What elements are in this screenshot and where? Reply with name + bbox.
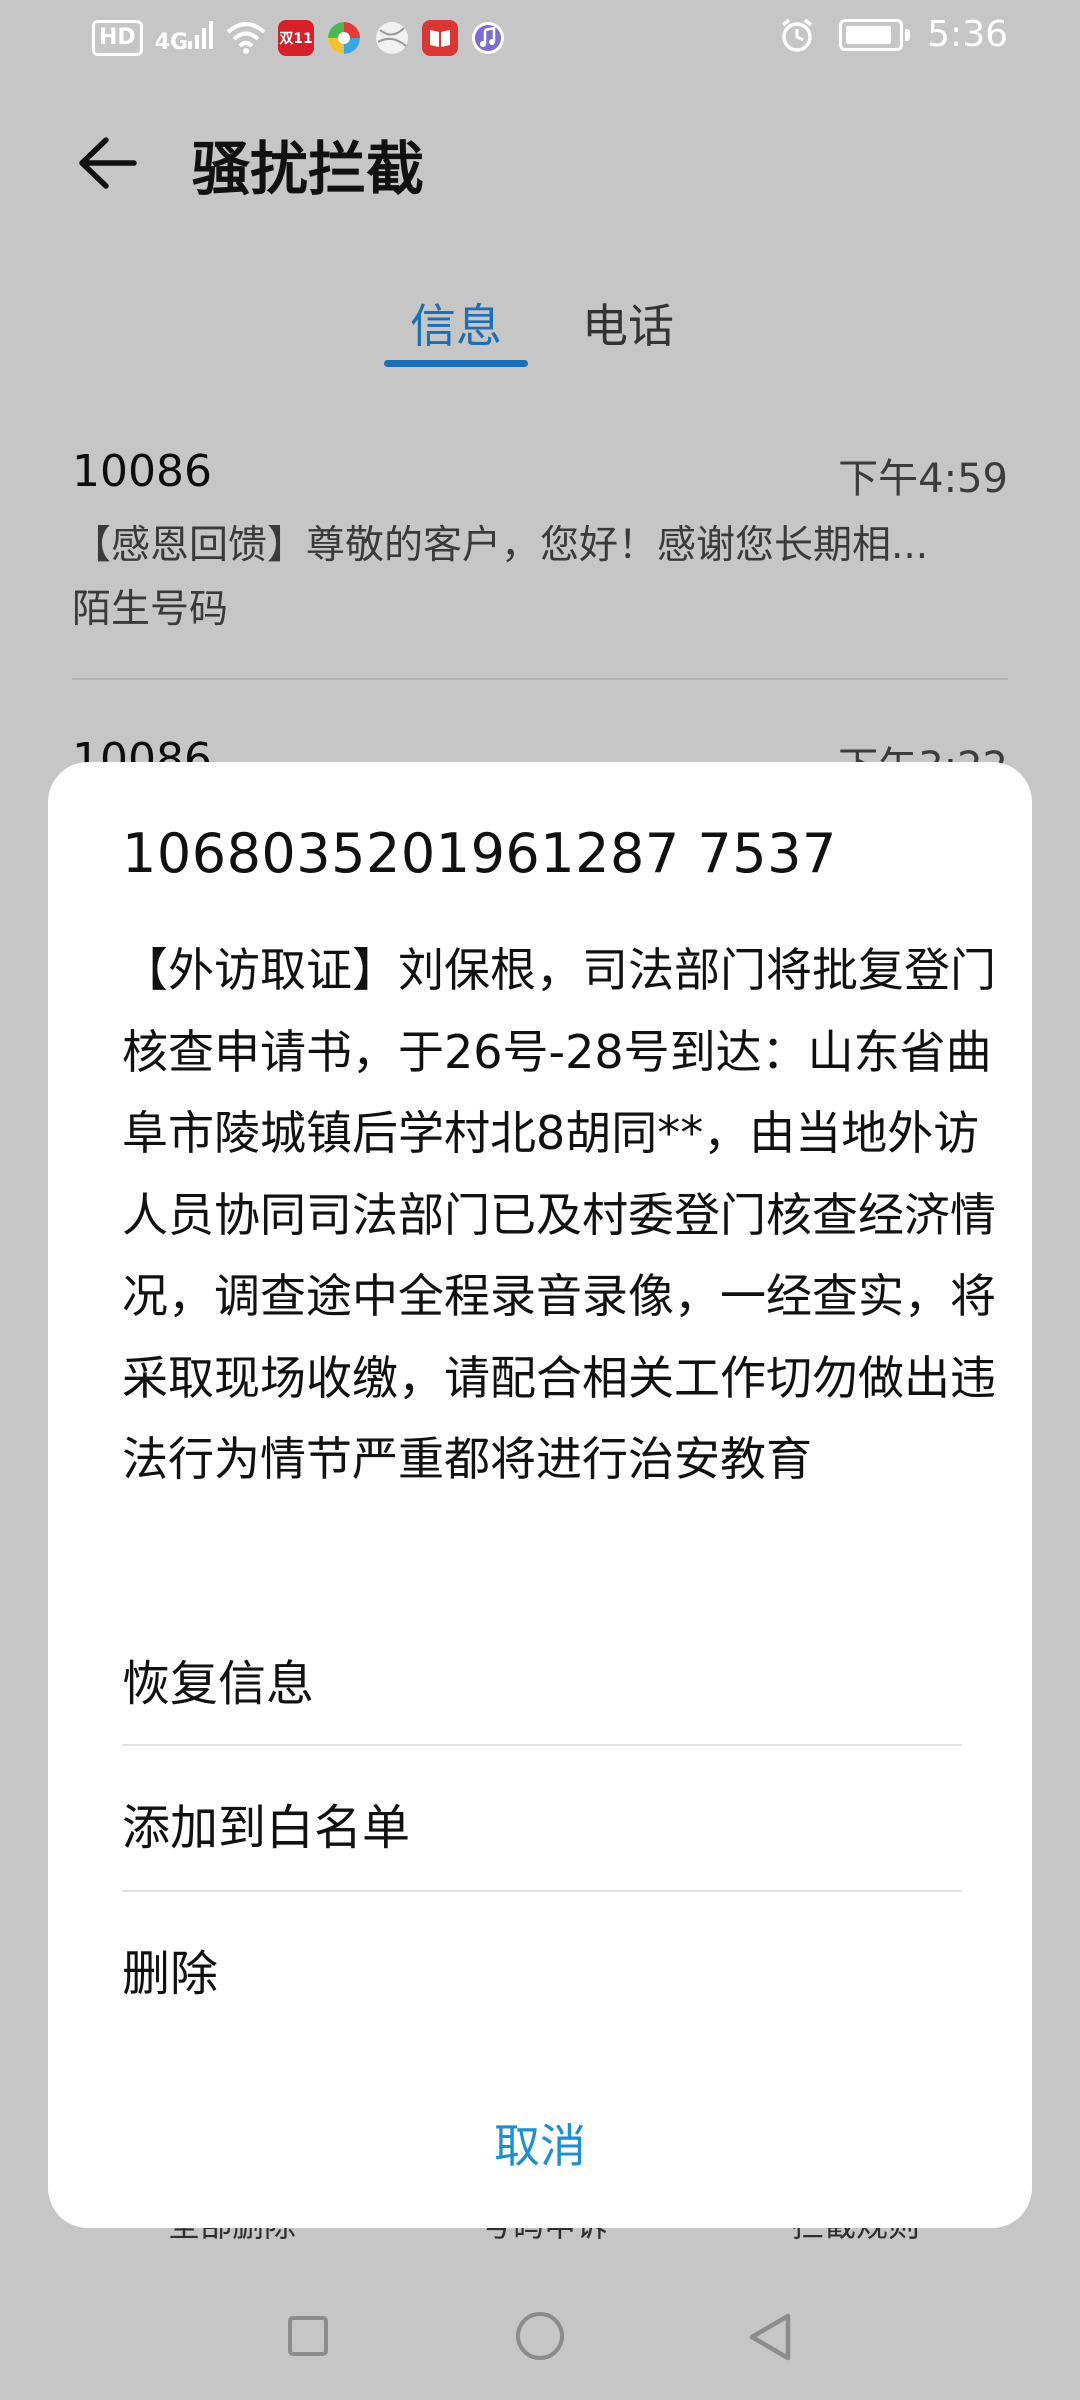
status-bar: HD 4G 双11 5:36 [0, 0, 1080, 80]
add-to-whitelist-button[interactable]: 添加到白名单 [122, 1788, 410, 1858]
restore-message-button[interactable]: 恢复信息 [122, 1644, 314, 1714]
tab-messages[interactable]: 信息 [410, 290, 502, 356]
active-tab-indicator [384, 360, 528, 367]
status-time: 5:36 [927, 14, 1008, 55]
message-tag: 陌生号码 [72, 587, 229, 632]
list-divider [72, 678, 1008, 680]
back-triangle-icon[interactable] [744, 2310, 794, 2364]
dialog-sender-number: 1068035201961287 7537 [122, 822, 837, 885]
status-icons-right: 5:36 [779, 14, 1008, 55]
system-nav-bar [0, 2290, 1080, 2400]
home-circle-icon[interactable] [516, 2312, 564, 2360]
status-icons-left: HD 4G 双11 [92, 20, 506, 56]
page-title: 骚扰拦截 [192, 135, 425, 203]
music-app-icon [472, 22, 505, 54]
cancel-button[interactable]: 取消 [48, 2110, 1032, 2176]
book-app-icon [422, 20, 459, 56]
message-time: 下午4:59 [838, 456, 1008, 502]
shopping-app-icon: 双11 [278, 20, 315, 56]
alarm-icon [782, 18, 813, 52]
ball-app-icon [376, 22, 409, 54]
recents-square-icon[interactable] [288, 2316, 328, 2356]
dialog-message-body: 【外访取证】刘保根，司法部门将批复登门核查申请书，于26号-28号到达：山东省曲… [122, 943, 996, 1486]
back-arrow-icon[interactable] [70, 128, 140, 198]
message-preview: 【感恩回馈】尊敬的客户，您好！感谢您长期相... [72, 523, 929, 568]
hd-icon: HD [92, 20, 143, 56]
delete-button[interactable]: 删除 [122, 1934, 218, 2004]
dialog-divider [122, 1890, 962, 1892]
tab-calls[interactable]: 电话 [582, 290, 674, 356]
browser-app-icon [328, 22, 361, 54]
battery-icon [839, 18, 911, 51]
message-detail-dialog: 1068035201961287 7537 【外访取证】刘保根，司法部门将批复登… [48, 762, 1032, 2228]
dialog-divider [122, 1744, 962, 1746]
list-item[interactable]: 10086 下午4:59 【感恩回馈】尊敬的客户，您好！感谢您长期相... 陌生… [72, 446, 1008, 636]
wifi-icon [226, 22, 266, 54]
network-type: 4G [154, 30, 189, 55]
message-sender: 10086 [72, 446, 212, 497]
signal-icon: 4G [155, 21, 214, 55]
